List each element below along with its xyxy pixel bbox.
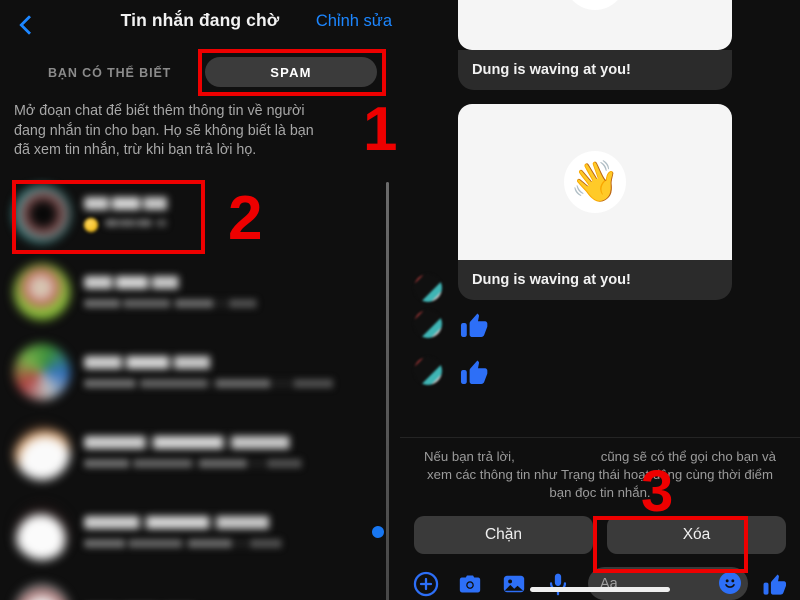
reaction-row [400, 300, 800, 348]
waving-hand-icon: 👋 [564, 151, 626, 213]
navigation-bar: Tin nhắn đang chờ Chỉnh sửa [0, 0, 400, 48]
list-item[interactable] [0, 572, 400, 600]
tab-spam-label: SPAM [270, 64, 312, 80]
footer-note: Nếu bạn trả lời, cũng sẽ có thể gọi cho b… [400, 448, 800, 502]
panel-description: Mở đoạn chat để biết thêm thông tin về n… [14, 103, 314, 158]
screenshot-root: Tin nhắn đang chờ Chỉnh sửa BẠN CÓ THỂ B… [0, 0, 800, 600]
list-item[interactable] [0, 176, 400, 252]
block-button[interactable]: Chặn [414, 516, 593, 554]
list-item-name [84, 356, 254, 369]
list-item[interactable] [0, 252, 400, 332]
conversation-list[interactable] [0, 176, 400, 600]
conversation-panel: 👋 Dung is waving at you! 👋 Dung is wavin… [400, 0, 800, 600]
wave-card: 👋 [458, 104, 732, 260]
message-input[interactable]: Aa [588, 567, 748, 600]
list-item-preview [84, 299, 292, 308]
message-bubble[interactable]: Dung is waving at you! [458, 50, 732, 90]
list-item-text [84, 196, 386, 232]
list-item[interactable] [0, 492, 400, 572]
list-item[interactable] [0, 412, 400, 492]
message-composer: Aa [400, 554, 800, 600]
list-item[interactable] [0, 332, 400, 412]
home-indicator [530, 587, 670, 592]
avatar [414, 310, 442, 338]
conversation-footer: Nếu bạn trả lời, cũng sẽ có thể gọi cho b… [400, 437, 800, 600]
message-text: Dung is waving at you! [472, 272, 631, 288]
message-bubble[interactable]: Dung is waving at you! [458, 260, 732, 300]
camera-icon[interactable] [456, 570, 483, 597]
avatar [414, 274, 442, 302]
delete-button[interactable]: Xóa [607, 516, 786, 554]
list-item-text [84, 516, 386, 548]
block-button-label: Chặn [484, 526, 523, 543]
reaction-row [400, 348, 800, 394]
list-item-text [84, 436, 386, 468]
avatar [414, 357, 442, 385]
avatar [14, 424, 70, 480]
avatar [14, 186, 70, 242]
smiley-face-icon[interactable] [719, 572, 741, 594]
wave-card: 👋 [458, 0, 732, 50]
delete-button-label: Xóa [682, 526, 711, 543]
list-item-name [84, 436, 362, 449]
plus-circle-icon[interactable] [412, 570, 439, 597]
edit-button[interactable]: Chỉnh sửa [316, 12, 392, 31]
unread-indicator [372, 526, 384, 538]
waving-hand-icon: 👋 [564, 0, 626, 10]
emoji-badge-icon [84, 217, 98, 232]
avatar [14, 344, 70, 400]
avatar [14, 264, 70, 320]
list-item-name [84, 196, 196, 210]
thumbs-up-icon [458, 307, 492, 341]
divider [400, 437, 800, 438]
list-item-name [84, 516, 334, 529]
list-item-preview [84, 379, 384, 388]
message-text: Dung is waving at you! [472, 62, 631, 78]
microphone-icon[interactable] [544, 570, 571, 597]
like-button[interactable] [760, 569, 790, 599]
list-item-name [84, 276, 212, 289]
message-requests-panel: Tin nhắn đang chờ Chỉnh sửa BẠN CÓ THỂ B… [0, 0, 400, 600]
tab-spam[interactable]: SPAM [205, 57, 377, 87]
footer-note-part1: Nếu bạn trả lời, [424, 449, 515, 464]
thumbs-up-icon [458, 354, 492, 388]
avatar [14, 504, 70, 560]
list-item-preview [105, 218, 179, 227]
list-item-preview [84, 539, 322, 548]
list-item-text [84, 276, 386, 308]
photo-icon[interactable] [500, 570, 527, 597]
tab-you-may-know[interactable]: BẠN CÓ THỂ BIẾT [48, 66, 171, 80]
message-thread[interactable]: 👋 Dung is waving at you! 👋 Dung is wavin… [400, 0, 800, 404]
list-item-text [84, 356, 386, 388]
list-item-preview [84, 459, 346, 468]
list-scrollbar[interactable] [386, 182, 389, 600]
avatar [14, 584, 70, 600]
action-buttons: Chặn Xóa [400, 502, 800, 554]
